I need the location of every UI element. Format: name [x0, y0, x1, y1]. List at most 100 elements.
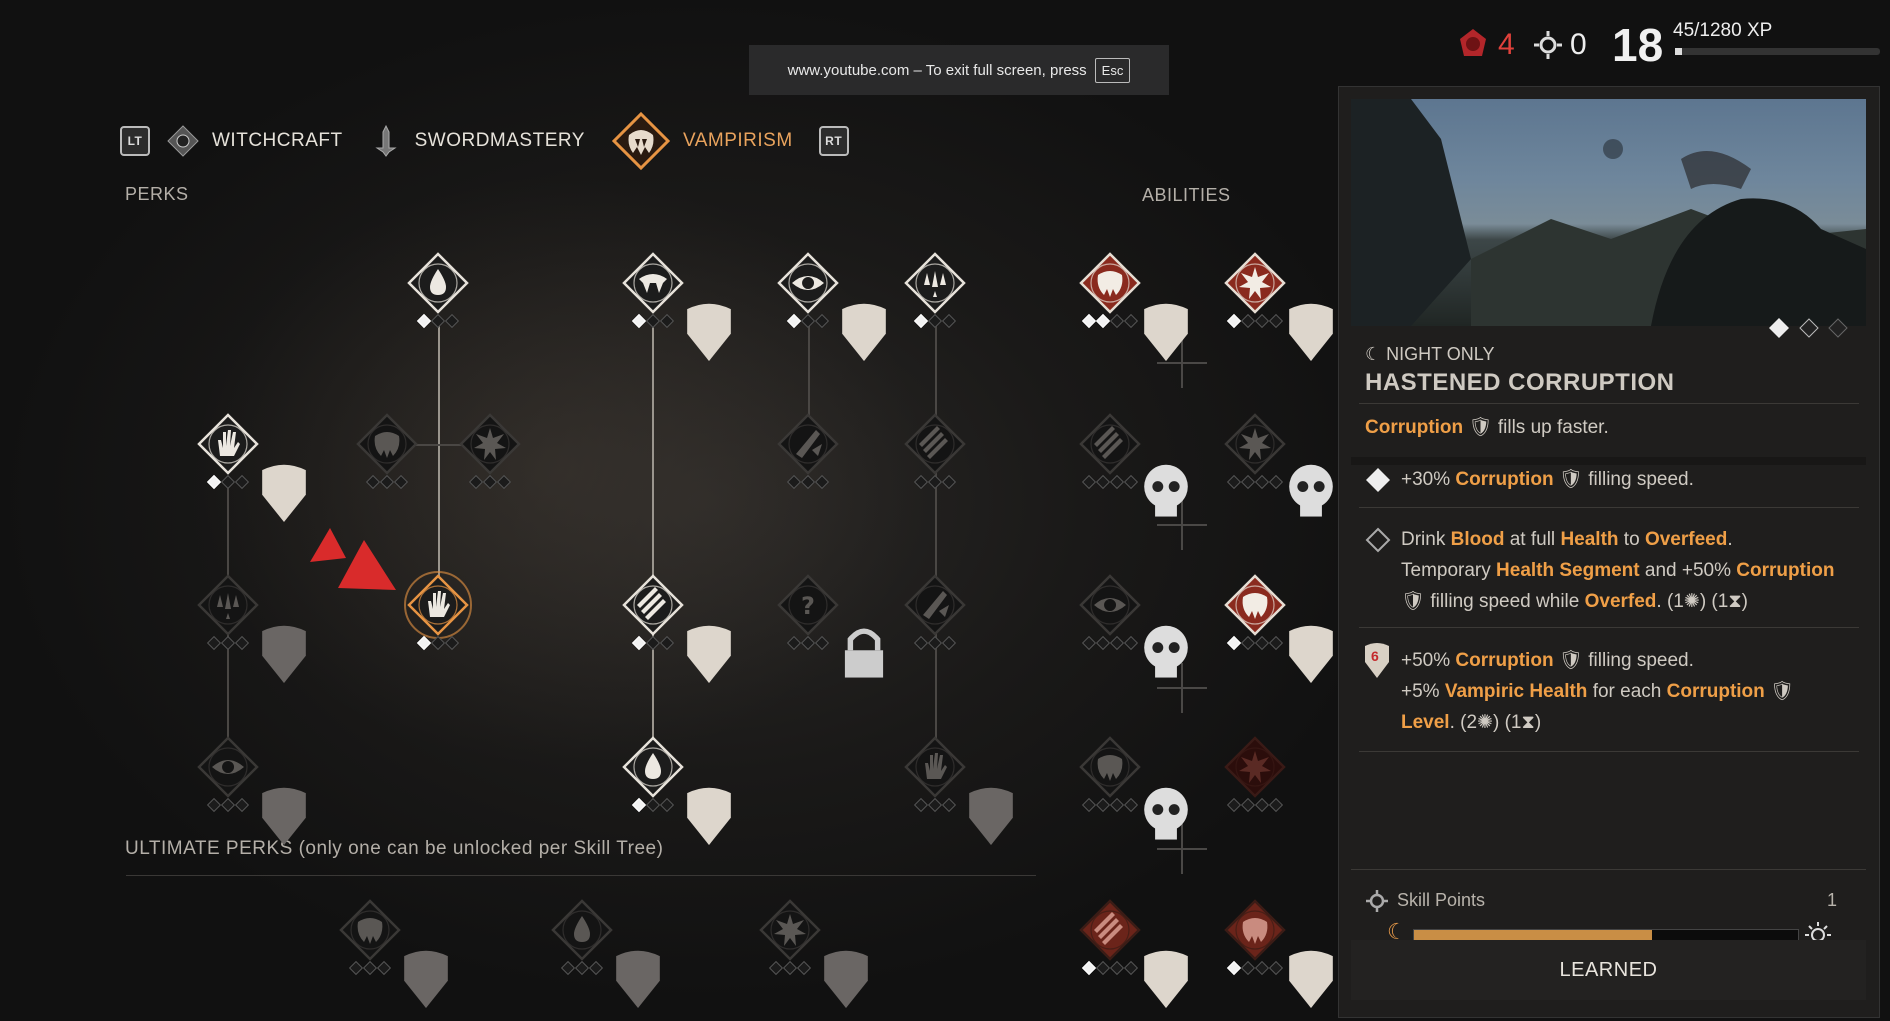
ability-locked-1-node[interactable] — [1079, 413, 1188, 517]
tab-swordmastery[interactable]: SWORDMASTERY — [369, 124, 585, 158]
t2-text: Drink — [1401, 529, 1446, 550]
ultimate-spirit-node[interactable] — [551, 899, 660, 1008]
corruption-badge-icon — [679, 623, 731, 683]
tier-pip — [814, 474, 830, 490]
perk-hastened-corruption-node[interactable] — [404, 571, 472, 639]
t2-keyword: Overfed — [1584, 591, 1657, 612]
perk-fangs-node[interactable] — [622, 252, 731, 361]
corruption-icon: 🛡 — [1468, 417, 1493, 438]
tier-pip — [659, 635, 675, 651]
perk-claw-drops-node[interactable] — [197, 574, 306, 683]
tier-pip — [1226, 635, 1242, 651]
tier-pip — [786, 313, 802, 329]
ultimate-sigil-node[interactable] — [759, 899, 868, 1008]
tier-3-text: +50% Corruption 🛡 filling speed. +5% Vam… — [1401, 645, 1861, 738]
sun-skill-icon: ✺ — [1683, 591, 1700, 612]
perk-blood-rain-node[interactable] — [904, 252, 966, 314]
corruption-badge-icon — [679, 785, 731, 845]
ability-bat-swarm-node[interactable] — [1224, 252, 1333, 361]
t3-text: +50% — [1401, 650, 1451, 671]
perk-eye-sigil-node[interactable] — [197, 736, 306, 845]
skill-tier-pips — [206, 474, 250, 490]
night-only-tag: ☾ NIGHT ONLY — [1365, 344, 1495, 364]
ultimate-wolf-red-node[interactable] — [1224, 899, 1333, 1008]
ability-blood-burst-node[interactable] — [1079, 252, 1188, 361]
corruption-badge-icon — [608, 948, 660, 1008]
tier-pip — [588, 960, 604, 976]
perk-claw-hand-node[interactable] — [197, 413, 306, 522]
ability-wolf-form-node[interactable] — [1224, 574, 1333, 683]
tab-witchcraft[interactable]: WITCHCRAFT — [166, 124, 343, 158]
t2-text: ) — [1741, 591, 1748, 612]
tier-pip — [941, 797, 957, 813]
tier-pip — [206, 474, 222, 490]
tier-pip — [1095, 797, 1111, 813]
tier-pip — [1268, 635, 1284, 651]
blood-count: 4 — [1498, 28, 1515, 61]
perk-wing-slash-node[interactable] — [904, 574, 966, 636]
ability-locked-3-node[interactable] — [1079, 574, 1188, 678]
tier-pip — [206, 635, 222, 651]
fullscreen-notice-text: www.youtube.com – To exit full screen, p… — [787, 61, 1087, 79]
tier-pip — [1240, 635, 1256, 651]
perk-blood-drop-node[interactable] — [407, 252, 469, 314]
tier-pip — [1123, 474, 1139, 490]
tier-pip — [1226, 313, 1242, 329]
preview-landscape — [1351, 99, 1866, 326]
tab-vampirism[interactable]: VAMPIRISM — [611, 111, 793, 171]
tier-pip — [1240, 474, 1256, 490]
perk-beast-claw-node[interactable] — [904, 736, 1013, 845]
ultimate-skull-node[interactable] — [339, 899, 448, 1008]
t3-text: +5% — [1401, 681, 1440, 702]
skill-points-value: 1 — [1827, 890, 1838, 910]
corruption-badge-icon — [254, 623, 306, 683]
skill-tier-pips — [786, 313, 830, 329]
skill-tier-pips — [468, 474, 512, 490]
corruption-icon: 🛡 — [1770, 681, 1795, 702]
ultimate-skull-icon — [339, 899, 401, 961]
perk-claw-drops-icon — [197, 574, 259, 636]
skill-points-icon — [1366, 890, 1388, 912]
corruption-badge-icon — [1281, 948, 1333, 1008]
tier-pip — [1240, 960, 1256, 976]
divider — [1359, 751, 1859, 752]
perk-blade-bite-node[interactable] — [777, 413, 839, 475]
corruption-badge-icon — [679, 301, 731, 361]
perk-locked-node[interactable]: ? — [777, 574, 884, 678]
skill-tier-pips — [1226, 635, 1284, 651]
tier-pip — [1095, 960, 1111, 976]
tier-pip — [1268, 313, 1284, 329]
skill-tier-pips — [1081, 635, 1139, 651]
tier-pip — [814, 313, 830, 329]
divider — [1359, 403, 1859, 404]
ability-locked-4-node[interactable] — [1079, 736, 1188, 840]
ability-heart-node[interactable] — [1224, 736, 1286, 798]
skill-title: HASTENED CORRUPTION — [1365, 369, 1675, 396]
rt-button[interactable]: RT — [818, 126, 849, 156]
tier-2-text: Drink Blood at full Health to Overfeed. … — [1401, 529, 1835, 612]
perk-eyes-node[interactable] — [777, 252, 886, 361]
perk-triple-slash-node[interactable] — [622, 574, 731, 683]
lt-button[interactable]: LT — [120, 126, 150, 156]
ultimate-sigil-icon — [759, 899, 821, 961]
hourglass-icon: ⧗ — [1521, 712, 1535, 733]
tier-pip — [430, 313, 446, 329]
skull-icon — [1136, 623, 1188, 678]
ultimate-spirit-icon — [551, 899, 613, 961]
divider — [1359, 507, 1859, 508]
perk-blood-hand-node[interactable] — [622, 736, 731, 845]
perk-sun-burst-node[interactable] — [459, 413, 521, 475]
tier-pip — [913, 797, 929, 813]
perk-beast-mouth-node[interactable] — [356, 413, 418, 475]
tier-1-keyword: Corruption — [1455, 469, 1554, 490]
corruption-icon: 🛡 — [1558, 469, 1583, 490]
learned-button[interactable]: LEARNED — [1351, 940, 1866, 1000]
skull-icon — [1136, 785, 1188, 840]
ultimate-claw-red-node[interactable] — [1079, 899, 1188, 1008]
tier-pip — [645, 797, 661, 813]
perk-slashes-node[interactable] — [904, 413, 966, 475]
tier-2-icon — [1365, 527, 1391, 553]
skull-icon — [1281, 462, 1333, 517]
ability-locked-2-node[interactable] — [1224, 413, 1333, 517]
tier-pip — [941, 313, 957, 329]
